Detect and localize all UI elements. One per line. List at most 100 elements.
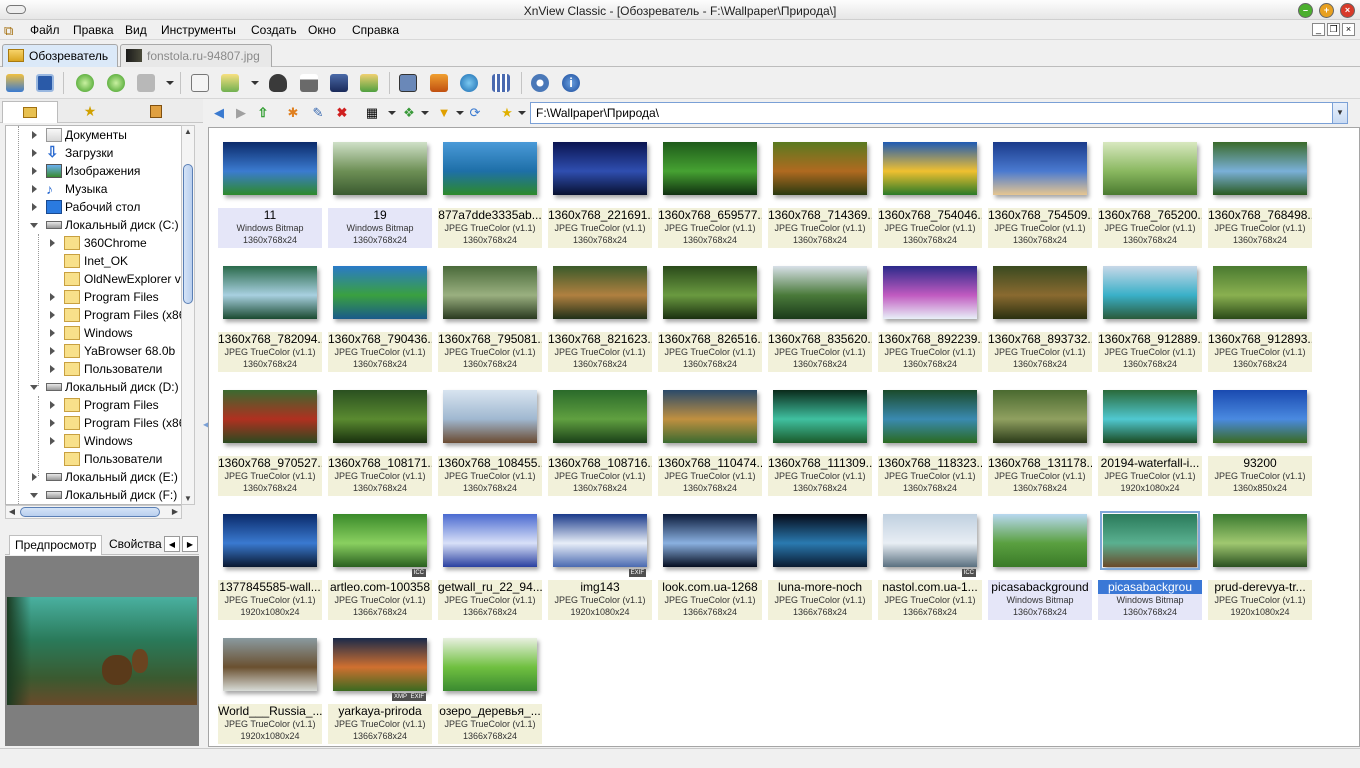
print-button[interactable] (297, 71, 321, 95)
mdi-minimize-icon[interactable]: _ (1312, 23, 1325, 36)
thumbnail-image[interactable] (223, 142, 317, 195)
tree-item-360chrome[interactable]: 360Chrome (6, 234, 182, 252)
scroll-left-icon[interactable]: ◀ (7, 507, 17, 516)
search-button[interactable] (266, 71, 290, 95)
thumbnail-image[interactable] (663, 142, 757, 195)
thumbnail-image[interactable] (333, 514, 427, 567)
tree-item-users-d[interactable]: Пользователи (6, 450, 182, 468)
thumbnail-item[interactable]: 1360x768_754046... JPEG TrueColor (v1.1) 1… (878, 128, 982, 248)
thumbnail-image[interactable] (1100, 511, 1200, 570)
thumbnail-item[interactable]: picasabackgrou Windows Bitmap 1360x768x24 (1098, 500, 1202, 620)
tree-item-oldnewexplorer[interactable]: OldNewExplorer v (6, 270, 182, 288)
tab-scroll-left-icon[interactable]: ◀ (164, 536, 180, 552)
thumbnail-item[interactable]: 1360x768_768498... JPEG TrueColor (v1.1) 1… (1208, 128, 1312, 248)
thumbnail-item[interactable]: 1360x768_970527... JPEG TrueColor (v1.1) 1… (218, 376, 322, 496)
thumbnail-image[interactable] (663, 390, 757, 443)
menu-file[interactable]: Файл (30, 23, 60, 37)
thumbnail-item[interactable]: 1360x768_108455... JPEG TrueColor (v1.1) 1… (438, 376, 542, 496)
forward-button[interactable]: ▶ (232, 104, 250, 122)
thumbnail-item[interactable]: 1360x768_912889... JPEG TrueColor (v1.1) 1… (1098, 252, 1202, 372)
delete-button[interactable]: ✖ (333, 104, 351, 122)
thumbnail-item[interactable]: 1360x768_795081... JPEG TrueColor (v1.1) 1… (438, 252, 542, 372)
menu-view[interactable]: Вид (125, 23, 147, 37)
tab-scroll-right-icon[interactable]: ▶ (182, 536, 198, 552)
tree-item-windows-c[interactable]: Windows (6, 324, 182, 342)
close-icon[interactable]: × (1340, 3, 1355, 18)
menu-create[interactable]: Создать (251, 23, 297, 37)
tree-item-drive-c[interactable]: Локальный диск (C:) (6, 216, 182, 234)
thumbnail-image[interactable] (443, 638, 537, 691)
thumbnail-image[interactable] (553, 390, 647, 443)
tab-preview[interactable]: Предпросмотр (9, 535, 103, 555)
thumbnail-item[interactable]: XMP EXIF yarkaya-priroda JPEG TrueColor (v1… (328, 624, 432, 744)
tree-item-images[interactable]: Изображения (6, 162, 182, 180)
thumbnail-item[interactable]: 1360x768_118323... JPEG TrueColor (v1.1) 1… (878, 376, 982, 496)
contact-sheet-button[interactable] (489, 71, 513, 95)
tree-item-inet-ok[interactable]: Inet_OK (6, 252, 182, 270)
thumbnail-image[interactable] (993, 266, 1087, 319)
scroll-thumb[interactable] (183, 164, 193, 304)
view-mode-button[interactable]: ▦ (363, 104, 381, 122)
thumbnail-image[interactable] (443, 514, 537, 567)
tree-item-documents[interactable]: Документы (6, 126, 182, 144)
thumbnail-image[interactable] (1103, 390, 1197, 443)
tab-folders[interactable] (2, 101, 58, 123)
thumbnail-item[interactable]: 1360x768_131178... JPEG TrueColor (v1.1) 1… (988, 376, 1092, 496)
thumbnail-item[interactable]: ICC artleo.com-100358 JPEG TrueColor (v1.1… (328, 500, 432, 620)
thumbnail-item[interactable]: luna-more-noch JPEG TrueColor (v1.1) 1366x… (768, 500, 872, 620)
tree-item-drive-d[interactable]: Локальный диск (D:) (6, 378, 182, 396)
fullscreen-button[interactable] (33, 71, 57, 95)
thumbnail-image[interactable] (883, 266, 977, 319)
thumbnail-item[interactable]: 1360x768_108716... JPEG TrueColor (v1.1) 1… (548, 376, 652, 496)
thumbnail-item[interactable]: 93200 JPEG TrueColor (v1.1) 1360x850x24 (1208, 376, 1312, 496)
thumbnail-item[interactable]: 1360x768_790436... JPEG TrueColor (v1.1) 1… (328, 252, 432, 372)
scroll-right-icon[interactable]: ▶ (170, 507, 180, 516)
thumbnail-item[interactable]: 1360x768_892239... JPEG TrueColor (v1.1) 1… (878, 252, 982, 372)
thumbnail-image[interactable] (553, 142, 647, 195)
tab-categories[interactable] (128, 101, 184, 123)
scan-button[interactable] (327, 71, 351, 95)
thumbnail-item[interactable]: picasabackground Windows Bitmap 1360x768x2… (988, 500, 1092, 620)
new-folder-button[interactable]: ✱ (284, 104, 302, 122)
thumbnail-item[interactable]: prud-derevya-tr... JPEG TrueColor (v1.1) 1… (1208, 500, 1312, 620)
thumbnail-image[interactable] (223, 514, 317, 567)
tab-image[interactable]: fonstola.ru-94807.jpg (120, 44, 272, 67)
tree-item-program-files-x86-d[interactable]: Program Files (x86 (6, 414, 182, 432)
thumbnail-image[interactable] (223, 638, 317, 691)
tree-item-drive-f[interactable]: Локальный диск (F:) (6, 486, 182, 504)
properties-button[interactable] (188, 71, 212, 95)
tree-vertical-scrollbar[interactable]: ▲ ▼ (181, 125, 195, 505)
thumbnail-item[interactable]: 1360x768_659577... JPEG TrueColor (v1.1) 1… (658, 128, 762, 248)
thumbnail-item[interactable]: getwall_ru_22_94... JPEG TrueColor (v1.1)… (438, 500, 542, 620)
scroll-down-icon[interactable]: ▼ (182, 494, 194, 503)
convert-button[interactable] (218, 71, 242, 95)
rotate-left-button[interactable] (73, 71, 97, 95)
folder-tree[interactable]: Документы ⇩ Загрузки Изображения ♪ Музыка … (5, 125, 182, 505)
thumbnail-image[interactable] (443, 142, 537, 195)
thumbnail-item[interactable]: 1360x768_108171... JPEG TrueColor (v1.1) 1… (328, 376, 432, 496)
thumbnail-item[interactable]: 1360x768_111309... JPEG TrueColor (v1.1) 1… (768, 376, 872, 496)
tab-favorites[interactable]: ★ (62, 101, 118, 123)
thumbnail-item[interactable]: 1377845585-wall... JPEG TrueColor (v1.1) 1… (218, 500, 322, 620)
about-button[interactable]: i (559, 71, 583, 95)
thumbnail-image[interactable] (1103, 266, 1197, 319)
thumbnail-item[interactable]: 1360x768_826516... JPEG TrueColor (v1.1) 1… (658, 252, 762, 372)
thumbnail-image[interactable] (1213, 142, 1307, 195)
maximize-icon[interactable]: + (1319, 3, 1334, 18)
rename-button[interactable]: ✎ (309, 104, 327, 122)
thumbnail-image[interactable] (223, 390, 317, 443)
refresh-button[interactable]: ⟳ (466, 104, 484, 122)
thumbnail-item[interactable]: 11 Windows Bitmap 1360x768x24 (218, 128, 322, 248)
back-button[interactable]: ◀ (210, 104, 228, 122)
parent-folder-button[interactable]: ⇧ (254, 104, 272, 122)
thumbnail-item[interactable]: 1360x768_714369... JPEG TrueColor (v1.1) 1… (768, 128, 872, 248)
thumbnail-image[interactable] (883, 142, 977, 195)
sort-button[interactable]: ❖ (400, 104, 418, 122)
menu-edit[interactable]: Правка (73, 23, 114, 37)
thumbnail-image[interactable] (1213, 390, 1307, 443)
tree-item-windows-d[interactable]: Windows (6, 432, 182, 450)
favorites-button[interactable]: ★ (498, 104, 516, 122)
thumbnail-item[interactable]: 877a7dde3335ab... JPEG TrueColor (v1.1) 13… (438, 128, 542, 248)
thumbnail-image[interactable] (993, 514, 1087, 567)
tree-horizontal-scrollbar[interactable]: ◀ ▶ (5, 505, 182, 519)
